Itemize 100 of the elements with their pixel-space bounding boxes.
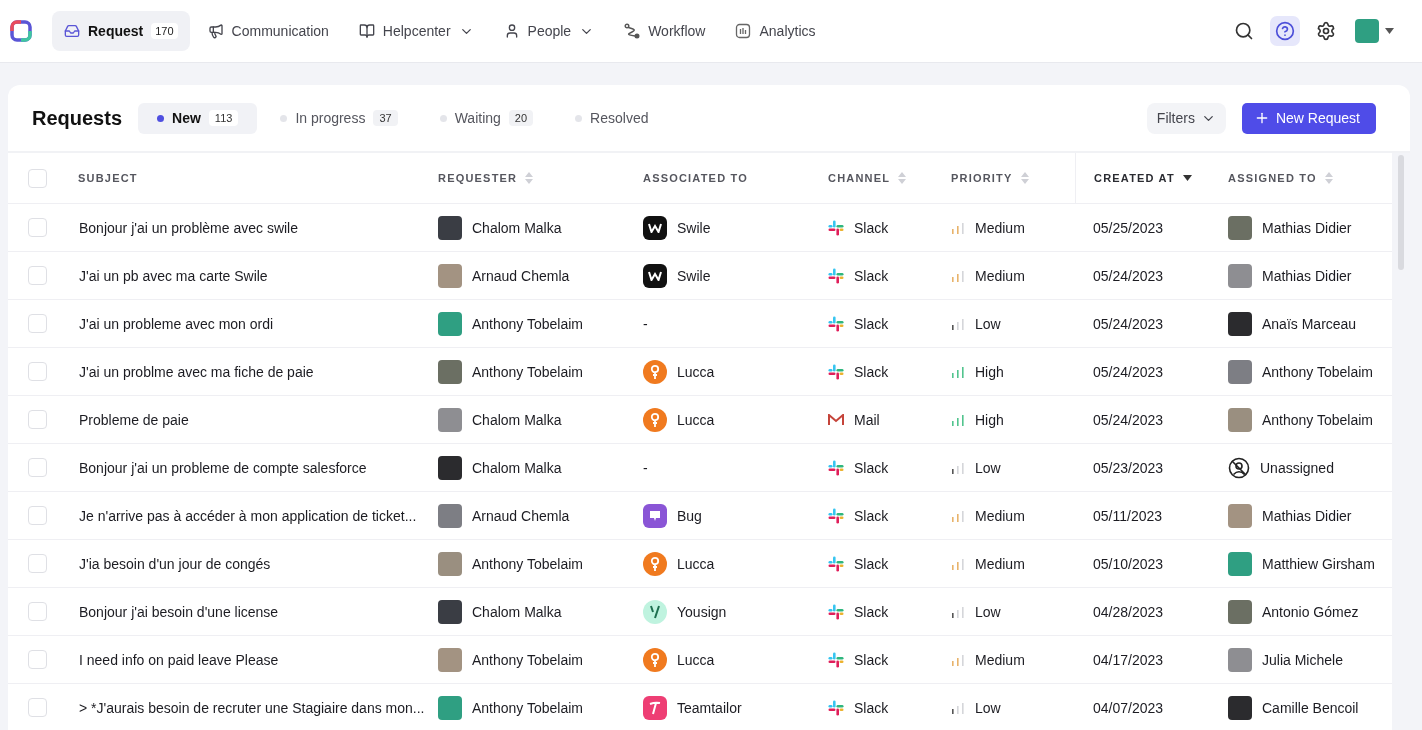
- avatar-photo: [1228, 359, 1252, 384]
- status-tab[interactable]: New 113: [138, 102, 258, 134]
- column-header[interactable]: CREATED AT: [1094, 172, 1175, 184]
- status-dot: [157, 114, 165, 122]
- assignee-name: Mathias Didier: [1262, 507, 1352, 524]
- row-checkbox[interactable]: [28, 362, 47, 381]
- inbox-icon: [64, 23, 80, 39]
- priority-label: High: [975, 363, 1004, 380]
- subject-text: Je n'arrive pas à accéder à mon application de ticket...: [78, 507, 417, 524]
- created-date: 04/17/2023: [1093, 651, 1164, 668]
- select-all-checkbox[interactable]: [28, 168, 47, 188]
- channel-name: Slack: [854, 219, 889, 236]
- avatar-photo: [438, 503, 462, 528]
- priority-label: Low: [975, 603, 1001, 620]
- row-checkbox[interactable]: [28, 554, 47, 573]
- sort-icon[interactable]: [1324, 172, 1333, 184]
- new-request-button[interactable]: New Request: [1241, 102, 1376, 134]
- status-tab[interactable]: Resolved: [556, 102, 668, 134]
- associated-name: Lucca: [677, 555, 715, 572]
- sort-icon[interactable]: [898, 172, 907, 184]
- row-checkbox[interactable]: [28, 698, 47, 717]
- created-date: 05/24/2023: [1093, 267, 1164, 284]
- associated-name: -: [643, 315, 648, 332]
- created-date: 05/24/2023: [1093, 363, 1164, 380]
- row-checkbox[interactable]: [28, 458, 47, 477]
- avatar-photo: [438, 455, 462, 480]
- requester-name: Chalom Malka: [472, 219, 562, 236]
- assignee-name: Julia Michele: [1262, 651, 1343, 668]
- column-header[interactable]: PRIORITY: [951, 172, 1013, 184]
- channel-name: Mail: [854, 411, 880, 428]
- teamtailor-logo: [643, 695, 667, 720]
- priority-label: Low: [975, 459, 1001, 476]
- subject-text: J'ai un problme avec ma fiche de paie: [78, 363, 314, 380]
- channel-name: Slack: [854, 651, 889, 668]
- associated-name: Lucca: [677, 651, 715, 668]
- column-header[interactable]: REQUESTER: [438, 172, 518, 184]
- scrollbar[interactable]: [1392, 153, 1410, 730]
- lucca-logo: [643, 407, 667, 432]
- column-header: SUBJECT: [78, 172, 138, 184]
- avatar-photo: [438, 311, 462, 336]
- subject-text: > *J'aurais besoin de recruter une Stagiaire dans mon...: [78, 699, 425, 716]
- count-badge: 170: [151, 23, 178, 39]
- bug-logo: [643, 503, 667, 528]
- subject-text: J'ai un pb avec ma carte Swile: [78, 267, 268, 284]
- page-title: Requests: [32, 106, 123, 130]
- row-checkbox[interactable]: [28, 410, 47, 429]
- status-tab[interactable]: In progress 37: [261, 102, 417, 134]
- sort-icon[interactable]: [1020, 172, 1029, 184]
- associated-name: Teamtailor: [677, 699, 742, 716]
- requester-name: Arnaud Chemla: [472, 267, 570, 284]
- channel-name: Slack: [854, 699, 889, 716]
- priority-label: Medium: [975, 219, 1025, 236]
- row-checkbox[interactable]: [28, 218, 47, 237]
- user-menu[interactable]: [1355, 19, 1394, 43]
- requester-name: Chalom Malka: [472, 459, 562, 476]
- row-checkbox[interactable]: [28, 506, 47, 525]
- slack-icon: [828, 507, 844, 524]
- subject-text: J'ai un probleme avec mon ordi: [78, 315, 274, 332]
- help-button[interactable]: [1270, 16, 1300, 46]
- avatar-photo: [1228, 551, 1252, 576]
- column-header[interactable]: CHANNEL: [828, 172, 891, 184]
- app-logo[interactable]: [10, 20, 32, 42]
- requester-name: Arnaud Chemla: [472, 507, 570, 524]
- slack-icon: [828, 459, 844, 476]
- avatar-photo: [438, 695, 462, 720]
- row-checkbox[interactable]: [28, 602, 47, 621]
- column-header: ASSOCIATED TO: [643, 172, 749, 184]
- created-date: 05/11/2023: [1093, 507, 1163, 524]
- row-checkbox[interactable]: [28, 266, 47, 285]
- help-icon: [1275, 21, 1295, 41]
- megaphone-icon: [207, 23, 224, 39]
- status-tab[interactable]: Waiting 20: [420, 102, 553, 134]
- caret-icon: [1385, 28, 1394, 34]
- associated-name: Bug: [677, 507, 702, 524]
- yousign-logo: [643, 599, 667, 624]
- nav-item[interactable]: Communication: [195, 11, 341, 51]
- nav-item[interactable]: Helpcenter: [346, 11, 486, 51]
- row-checkbox[interactable]: [28, 650, 47, 669]
- slack-icon: [828, 363, 844, 380]
- search-icon: [1234, 21, 1254, 41]
- requester-name: Anthony Tobelaim: [472, 555, 584, 572]
- priority-label: Medium: [975, 267, 1025, 284]
- assignee-name: Matthiew Girsham: [1262, 555, 1375, 572]
- column-header[interactable]: ASSIGNED TO: [1228, 172, 1317, 184]
- row-checkbox[interactable]: [28, 314, 47, 333]
- nav-item[interactable]: Workflow: [612, 11, 718, 51]
- requester-name: Chalom Malka: [472, 411, 562, 428]
- channel-name: Slack: [854, 267, 889, 284]
- associated-name: Swile: [677, 219, 711, 236]
- avatar-photo: [438, 359, 462, 384]
- nav-item[interactable]: Analytics: [723, 11, 828, 51]
- sort-icon[interactable]: [525, 172, 534, 184]
- nav-item[interactable]: People: [491, 11, 607, 51]
- nav-item[interactable]: Request 170: [52, 11, 190, 51]
- slack-icon: [828, 219, 844, 236]
- workflow-icon: [624, 23, 641, 39]
- sort-descending-icon[interactable]: [1182, 175, 1192, 181]
- requester-name: Anthony Tobelaim: [472, 651, 584, 668]
- slack-icon: [828, 315, 844, 332]
- filters-button[interactable]: Filters: [1146, 102, 1226, 134]
